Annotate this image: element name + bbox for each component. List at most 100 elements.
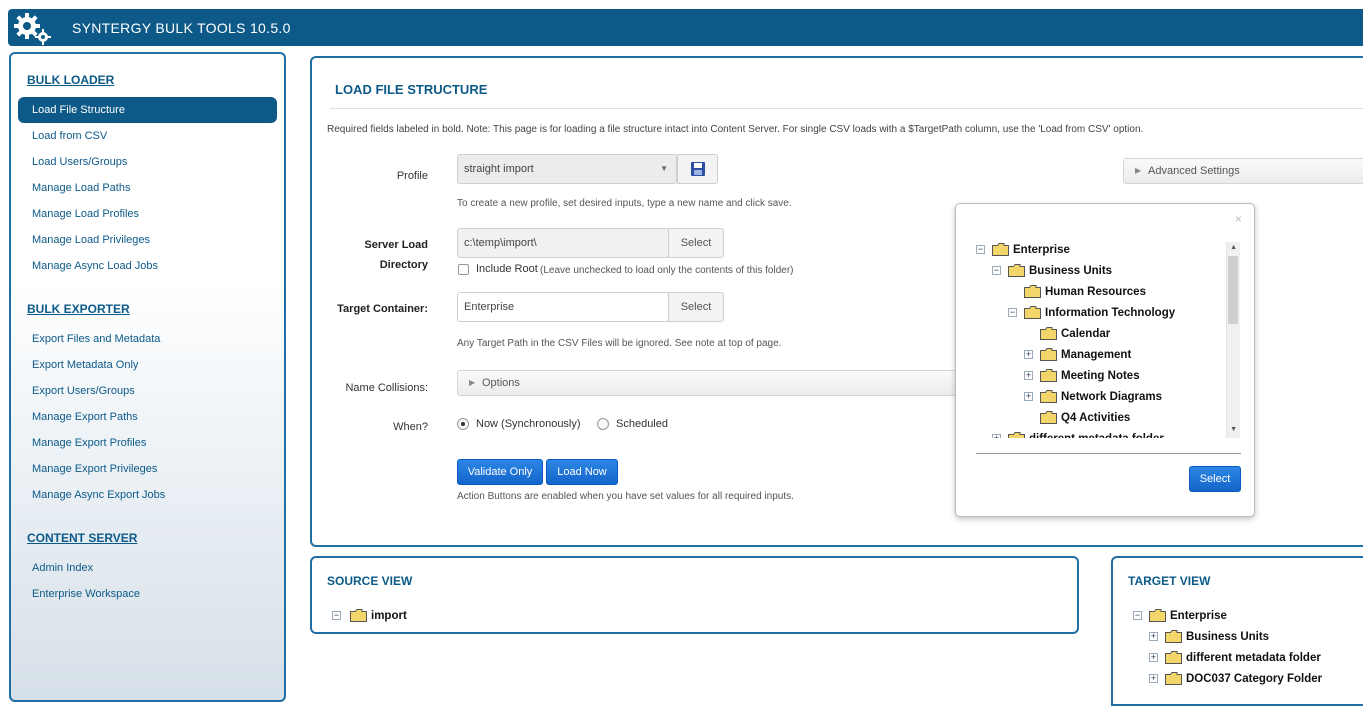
sidebar-item-export-metadata-only[interactable]: Export Metadata Only [18, 352, 277, 378]
folder-icon [1165, 651, 1182, 664]
container-picker-dialog: × ▲ ▼ − Enterprise − Business Units Human Re… [955, 203, 1255, 517]
sidebar-heading-bulk-loader[interactable]: BULK LOADER [27, 73, 114, 87]
folder-icon [1024, 285, 1041, 298]
collapse-icon[interactable]: − [1133, 611, 1142, 620]
gears-icon [14, 13, 51, 45]
popup-select-button[interactable]: Select [1189, 466, 1241, 492]
server-dir-input[interactable]: c:\temp\import\ [457, 228, 669, 258]
popup-tree-node-label: Q4 Activities [1061, 412, 1131, 424]
validate-only-button[interactable]: Validate Only [457, 459, 543, 485]
source-view-title: SOURCE VIEW [327, 574, 413, 588]
triangle-right-icon: ▶ [469, 378, 476, 387]
app-header: SYNTERGY BULK TOOLS 10.5.0 [8, 9, 1363, 46]
when-label: When? [393, 421, 428, 433]
divider [330, 108, 1363, 109]
close-icon[interactable]: × [1235, 212, 1242, 226]
action-buttons-hint: Action Buttons are enabled when you have… [457, 491, 794, 502]
name-collisions-label: Name Collisions: [345, 382, 428, 394]
sidebar-item-load-from-csv[interactable]: Load from CSV [18, 123, 277, 149]
collapse-icon[interactable]: − [332, 611, 341, 620]
when-now-label: Now (Synchronously) [476, 418, 581, 430]
sidebar-item-enterprise-workspace[interactable]: Enterprise Workspace [18, 581, 277, 607]
when-now-radio[interactable] [457, 418, 469, 430]
expand-icon[interactable]: + [1024, 371, 1033, 380]
target-view-title: TARGET VIEW [1128, 574, 1211, 588]
advanced-settings-toggle[interactable]: ▶ Advanced Settings [1123, 158, 1363, 184]
folder-icon [1008, 432, 1025, 438]
source-view-panel: SOURCE VIEW − import [310, 556, 1079, 634]
sidebar-item-manage-load-profiles[interactable]: Manage Load Profiles [18, 201, 277, 227]
target-view-panel: TARGET VIEW − Enterprise + Business Units + d… [1111, 556, 1363, 706]
sidebar-item-manage-export-paths[interactable]: Manage Export Paths [18, 404, 277, 430]
folder-icon [1149, 609, 1166, 622]
profile-select-value: straight import [464, 163, 534, 175]
page-title: LOAD FILE STRUCTURE [335, 82, 488, 97]
folder-icon [992, 243, 1009, 256]
popup-tree-node-label: different metadata folder [1029, 429, 1164, 438]
target-tree-node-label: Business Units [1186, 631, 1270, 643]
sidebar-item-manage-export-profiles[interactable]: Manage Export Profiles [18, 430, 277, 456]
sidebar-item-manage-async-load-jobs[interactable]: Manage Async Load Jobs [18, 253, 277, 279]
folder-icon [1040, 390, 1057, 403]
collapse-icon[interactable]: − [992, 266, 1001, 275]
sidebar-heading-content-server[interactable]: CONTENT SERVER [27, 531, 137, 545]
folder-icon [350, 609, 367, 622]
target-container-label: Target Container: [337, 303, 428, 315]
sidebar: BULK LOADER Load File Structure Load fro… [9, 52, 286, 702]
target-container-select-button[interactable]: Select [668, 292, 724, 322]
app-title: SYNTERGY BULK TOOLS 10.5.0 [72, 20, 291, 36]
target-tree-node-label: different metadata folder [1186, 652, 1321, 664]
expand-icon[interactable]: + [1149, 632, 1158, 641]
target-tree-node-label: Enterprise [1170, 610, 1227, 622]
advanced-settings-label: Advanced Settings [1148, 165, 1240, 177]
sidebar-item-manage-load-privileges[interactable]: Manage Load Privileges [18, 227, 277, 253]
sidebar-item-manage-export-privileges[interactable]: Manage Export Privileges [18, 456, 277, 482]
sidebar-item-manage-load-paths[interactable]: Manage Load Paths [18, 175, 277, 201]
popup-tree-node-label: Business Units [1029, 265, 1113, 277]
chevron-down-icon: ▼ [660, 164, 668, 173]
save-profile-button[interactable] [677, 154, 718, 184]
collision-options-toggle[interactable]: ▶ Options [457, 370, 957, 396]
popup-tree-node-label: Calendar [1061, 328, 1111, 340]
profile-select[interactable]: straight import ▼ [457, 154, 677, 184]
folder-icon [1165, 630, 1182, 643]
sidebar-item-export-users-groups[interactable]: Export Users/Groups [18, 378, 277, 404]
profile-hint: To create a new profile, set desired inp… [457, 198, 792, 209]
sidebar-heading-bulk-exporter[interactable]: BULK EXPORTER [27, 302, 130, 316]
popup-tree-node-label: Human Resources [1045, 286, 1146, 298]
folder-icon [1040, 411, 1057, 424]
divider [976, 453, 1241, 454]
target-container-hint: Any Target Path in the CSV Files will be… [457, 338, 782, 349]
target-container-input[interactable]: Enterprise [457, 292, 669, 322]
folder-icon [1008, 264, 1025, 277]
collapse-icon[interactable]: − [1008, 308, 1017, 317]
source-tree-label: import [371, 610, 407, 622]
popup-tree: − Enterprise − Business Units Human Resource… [976, 240, 1241, 438]
collision-options-label: Options [482, 377, 520, 389]
include-root-hint: (Leave unchecked to load only the conten… [540, 265, 794, 276]
sidebar-item-load-users-groups[interactable]: Load Users/Groups [18, 149, 277, 175]
expand-icon[interactable]: + [992, 434, 1001, 438]
collapse-icon[interactable]: − [976, 245, 985, 254]
include-root-label: Include Root [476, 263, 538, 275]
triangle-right-icon: ▶ [1135, 166, 1142, 175]
sidebar-item-manage-async-export-jobs[interactable]: Manage Async Export Jobs [18, 482, 277, 508]
include-root-checkbox[interactable] [458, 264, 469, 275]
folder-icon [1040, 327, 1057, 340]
server-dir-label-line1: Server Load [364, 239, 428, 251]
sidebar-item-export-files-metadata[interactable]: Export Files and Metadata [18, 326, 277, 352]
popup-tree-node-label: Meeting Notes [1061, 370, 1140, 382]
expand-icon[interactable]: + [1149, 653, 1158, 662]
sidebar-item-load-file-structure[interactable]: Load File Structure [18, 97, 277, 123]
load-now-button[interactable]: Load Now [546, 459, 618, 485]
when-scheduled-radio[interactable] [597, 418, 609, 430]
target-tree: − Enterprise + Business Units + different met… [1133, 606, 1363, 706]
expand-icon[interactable]: + [1024, 350, 1033, 359]
folder-icon [1165, 672, 1182, 685]
when-scheduled-label: Scheduled [616, 418, 668, 430]
expand-icon[interactable]: + [1149, 674, 1158, 683]
sidebar-item-admin-index[interactable]: Admin Index [18, 555, 277, 581]
server-dir-select-button[interactable]: Select [668, 228, 724, 258]
folder-icon [1040, 369, 1057, 382]
expand-icon[interactable]: + [1024, 392, 1033, 401]
